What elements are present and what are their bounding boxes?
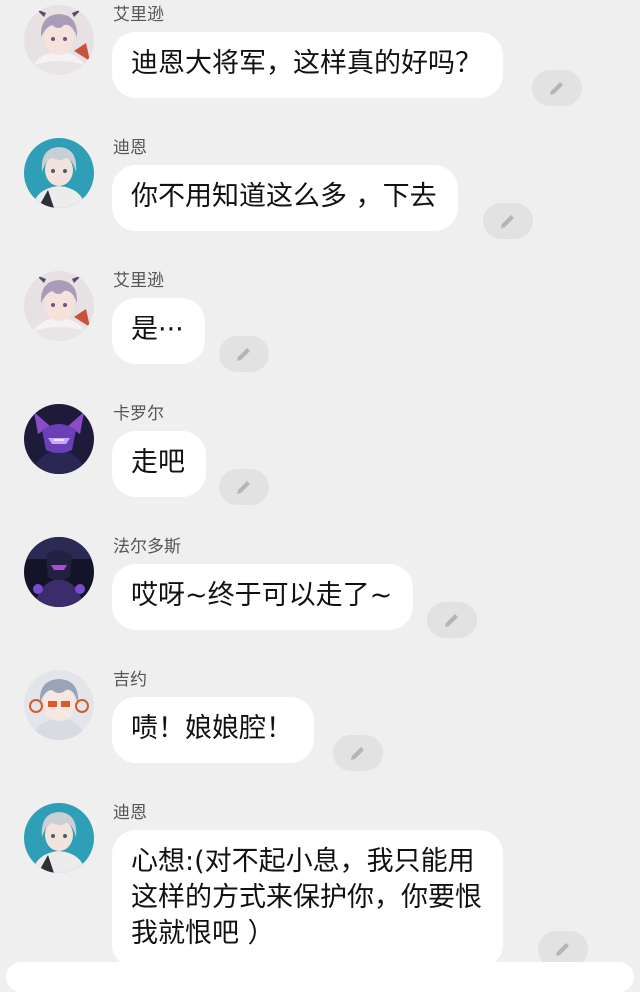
pencil-icon [445, 614, 458, 627]
message-bubble[interactable]: 是··· [112, 298, 205, 364]
message-line: 走吧 [131, 447, 185, 478]
sender-name: 吉约 [113, 670, 147, 690]
pencil-icon [550, 82, 563, 95]
sender-name: 卡罗尔 [113, 404, 164, 424]
message-line: 哎呀~终于可以走了~ [131, 580, 393, 611]
kaluoer-avatar[interactable] [24, 404, 94, 474]
pencil-icon [556, 943, 569, 956]
next-message-bubble [6, 962, 634, 992]
message-line: 迪恩大将军，这样真的好吗？ [131, 48, 482, 79]
dien-avatar[interactable] [24, 803, 94, 873]
ailixun-avatar[interactable] [24, 5, 94, 75]
message-line: 心想:(对不起小息，我只能用 [131, 846, 475, 877]
sender-name: 迪恩 [113, 803, 147, 823]
edit-button[interactable] [219, 336, 269, 372]
message-line: 我就恨吧 ） [131, 918, 275, 949]
pencil-icon [501, 215, 514, 228]
message-line: 是··· [131, 314, 184, 345]
sender-name: 艾里逊 [113, 5, 164, 25]
message-bubble[interactable]: 啧！娘娘腔！ [112, 697, 314, 763]
pencil-icon [237, 348, 250, 361]
dien-avatar[interactable] [24, 138, 94, 208]
faerduosi-avatar[interactable] [24, 537, 94, 607]
edit-button[interactable] [333, 735, 383, 771]
message-line: 你不用知道这么多 ，下去 [131, 181, 437, 212]
edit-button[interactable] [219, 469, 269, 505]
message-bubble[interactable]: 迪恩大将军，这样真的好吗？ [112, 32, 503, 98]
edit-button[interactable] [427, 602, 477, 638]
chat-container: 艾里逊 迪恩大将军，这样真的好吗？ 迪恩 你不用知道这么多 ，下去 艾里逊 是·… [0, 0, 640, 975]
ailixun-avatar[interactable] [24, 271, 94, 341]
pencil-icon [237, 481, 250, 494]
pencil-icon [351, 747, 364, 760]
edit-button[interactable] [483, 203, 533, 239]
jiyue-avatar[interactable] [24, 670, 94, 740]
sender-name: 法尔多斯 [113, 537, 181, 557]
message-line: 啧！娘娘腔！ [131, 713, 293, 744]
message-line: 这样的方式来保护你，你要恨 [131, 882, 482, 913]
message-bubble[interactable]: 心想:(对不起小息，我只能用 这样的方式来保护你，你要恨 我就恨吧 ） [112, 830, 503, 968]
sender-name: 艾里逊 [113, 271, 164, 291]
edit-button[interactable] [532, 70, 582, 106]
sender-name: 迪恩 [113, 138, 147, 158]
message-bubble[interactable]: 你不用知道这么多 ，下去 [112, 165, 458, 231]
message-bubble[interactable]: 哎呀~终于可以走了~ [112, 564, 414, 630]
message-bubble[interactable]: 走吧 [112, 431, 206, 497]
